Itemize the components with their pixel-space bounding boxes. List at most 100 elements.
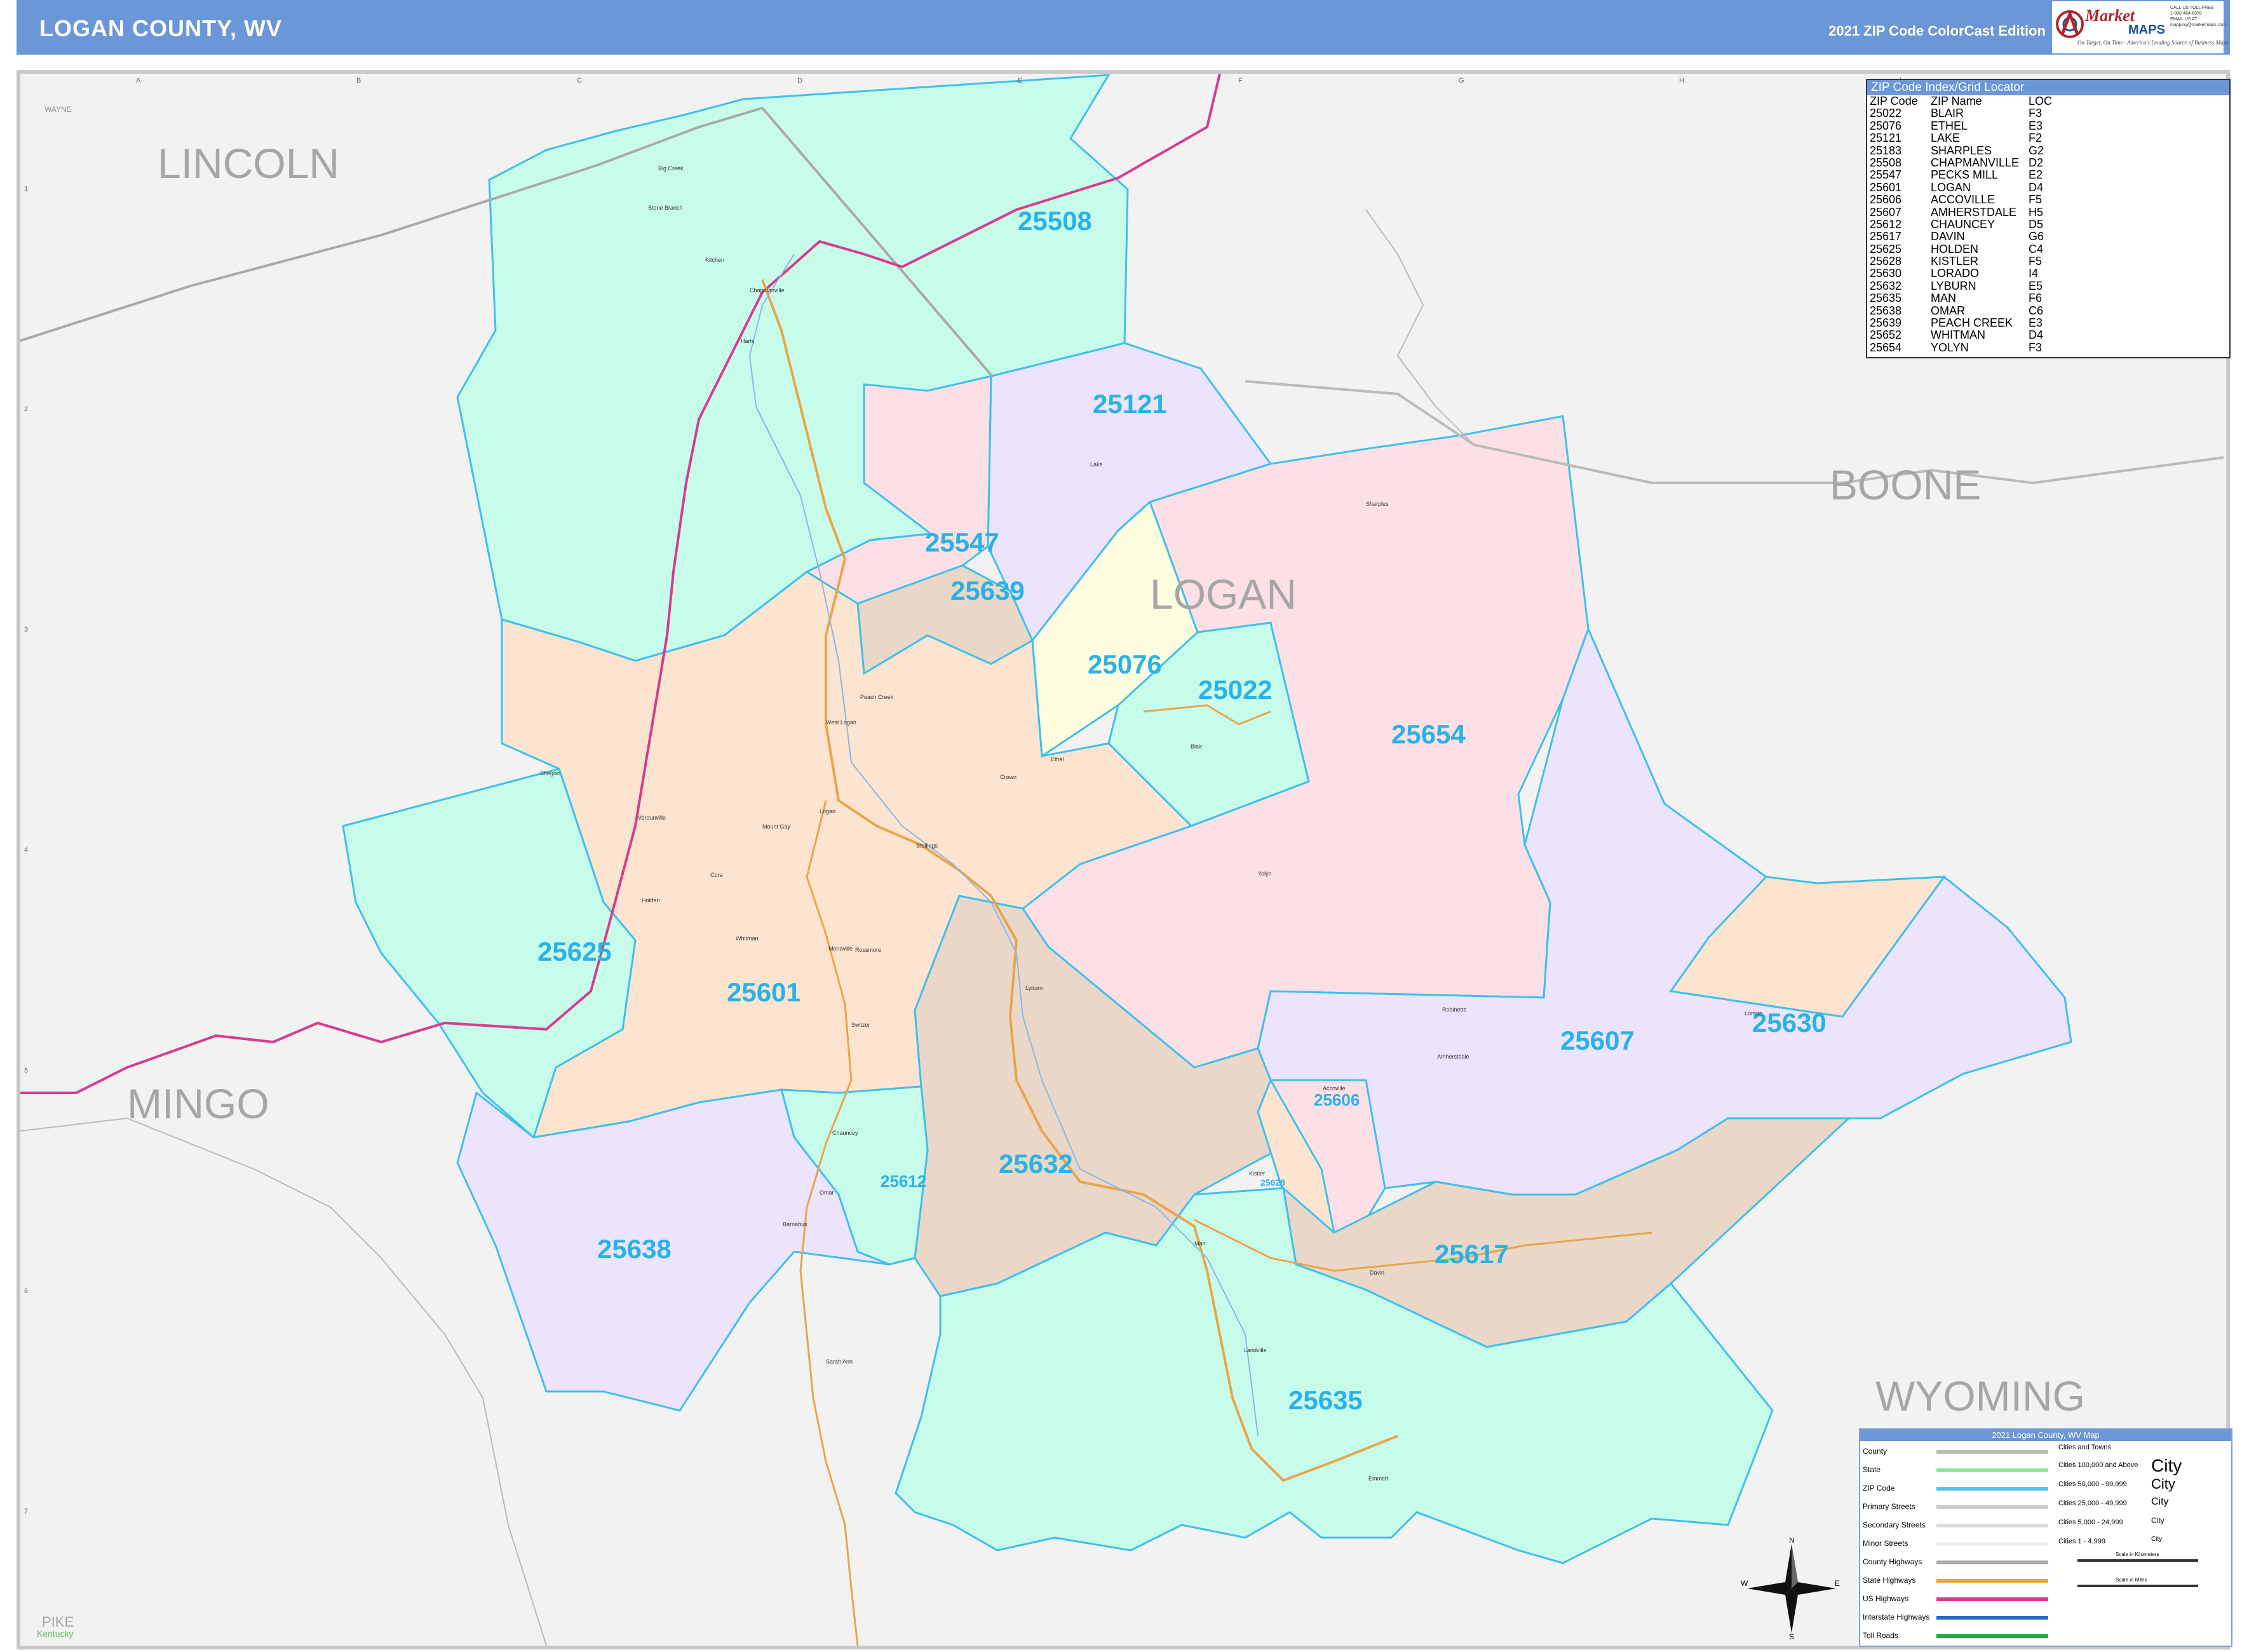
- zip-index-row[interactable]: 25638 OMAR C6: [1867, 304, 2229, 317]
- zip-loc-cell: D4: [2029, 328, 2044, 342]
- grid-column-label: F: [1238, 77, 1243, 85]
- zip-name-cell: LAKE: [1931, 132, 1961, 145]
- compass-e: E: [1835, 1579, 1840, 1588]
- city-label[interactable]: Harts: [741, 338, 755, 344]
- legend-item-label: Toll Roads: [1863, 1631, 1899, 1640]
- city-label[interactable]: Peach Creek: [860, 694, 894, 700]
- city-label[interactable]: Sarah Ann: [826, 1358, 853, 1365]
- city-label[interactable]: Chapmanville: [750, 287, 785, 294]
- edition-label: 2021 ZIP Code ColorCast Edition: [1828, 23, 2046, 39]
- city-label[interactable]: Chauncey: [832, 1130, 858, 1136]
- city-label[interactable]: Lyburn: [1025, 985, 1043, 991]
- city-label[interactable]: Stone Branch: [648, 205, 683, 211]
- zip-index-row[interactable]: 25183 SHARPLES G2: [1867, 144, 2229, 157]
- header-name: ZIP Name: [1931, 95, 1982, 107]
- zip-index-row[interactable]: 25022 BLAIR F3: [1867, 107, 2229, 119]
- city-label[interactable]: Crown: [1000, 774, 1016, 780]
- city-label[interactable]: Davin: [1370, 1269, 1384, 1276]
- city-label[interactable]: Lorado: [1745, 1010, 1762, 1017]
- city-label[interactable]: Cora: [710, 872, 723, 878]
- city-label[interactable]: Shegon: [540, 770, 560, 776]
- city-label[interactable]: Emmett: [1368, 1475, 1389, 1482]
- zip-index-row[interactable]: 25628 KISTLER F5: [1867, 255, 2229, 267]
- zip-index-row[interactable]: 25547 PECKS MILL E2: [1867, 169, 2229, 181]
- zip-label-25617: 25617: [1435, 1239, 1509, 1269]
- zip-label-25612: 25612: [881, 1172, 926, 1191]
- city-label[interactable]: Mount Gay: [762, 823, 791, 830]
- legend-item-label: County: [1863, 1447, 1887, 1456]
- zip-index-row[interactable]: 25632 LYBURN E5: [1867, 280, 2229, 292]
- city-label[interactable]: Landville: [1244, 1347, 1267, 1353]
- zip-name-cell: AMHERSTDALE: [1931, 205, 2017, 219]
- city-label[interactable]: Switzer: [851, 1022, 870, 1028]
- zip-index-row[interactable]: 25508 CHAPMANVILLE D2: [1867, 156, 2229, 169]
- zip-index-row[interactable]: 25639 PEACH CREEK E3: [1867, 316, 2229, 330]
- city-label[interactable]: Blair: [1191, 743, 1202, 750]
- city-label[interactable]: Monaville: [828, 945, 853, 952]
- zip-label-25639: 25639: [950, 576, 1025, 606]
- zip-index-row[interactable]: 25601 LOGAN D4: [1867, 181, 2229, 194]
- legend-city-range: Cities 5,000 - 24,999: [2058, 1519, 2123, 1526]
- zip-index-row[interactable]: 25630 LORADO I4: [1867, 267, 2229, 280]
- city-label[interactable]: Ethel: [1051, 756, 1064, 762]
- zip-label-25654: 25654: [1391, 719, 1466, 749]
- zip-index-row[interactable]: 25612 CHAUNCEY D5: [1867, 217, 2229, 231]
- state-label-kentucky: Kentucky: [37, 1628, 74, 1639]
- city-label[interactable]: Amherstdale: [1437, 1053, 1469, 1060]
- city-label[interactable]: Kistler: [1249, 1170, 1265, 1177]
- zip-loc-cell: E2: [2029, 168, 2043, 182]
- city-label[interactable]: Stollings: [916, 843, 938, 849]
- city-label[interactable]: Yolyn: [1258, 870, 1272, 877]
- zip-index-row[interactable]: 25617 DAVIN G6: [1867, 231, 2229, 243]
- zip-index-row[interactable]: 25654 YOLYN F3: [1867, 341, 2229, 354]
- city-label[interactable]: Logan: [820, 808, 835, 815]
- city-label[interactable]: Rossmore: [855, 947, 881, 953]
- zip-index-row[interactable]: 25607 AMHERSTDALE H5: [1867, 205, 2229, 219]
- zip-index-row[interactable]: 25121 LAKE F2: [1867, 132, 2229, 144]
- city-label[interactable]: Kitchen: [705, 257, 724, 263]
- city-label[interactable]: Accoville: [1323, 1085, 1346, 1092]
- zip-index-row[interactable]: 25625 HOLDEN C4: [1867, 243, 2229, 255]
- zip-index-row[interactable]: 25652 WHITMAN D4: [1867, 329, 2229, 341]
- zip-code-cell: 25630: [1870, 267, 1902, 280]
- map-title: LOGAN COUNTY, WV: [39, 15, 282, 41]
- zip-loc-cell: E3: [2029, 316, 2043, 330]
- zip-loc-cell: F3: [2029, 341, 2043, 354]
- market-maps-logo[interactable]: Market MAPS On Target, On Time · America…: [2052, 1, 2229, 53]
- scale-mi-label: Scale in Miles: [2116, 1577, 2147, 1583]
- zip-loc-cell: D5: [2029, 217, 2044, 231]
- city-label[interactable]: Whitman: [736, 935, 759, 942]
- grid-row-label: 4: [24, 846, 28, 854]
- city-label[interactable]: Barnabus: [783, 1221, 807, 1228]
- zip-label-25076: 25076: [1088, 649, 1162, 679]
- city-label[interactable]: Lake: [1090, 461, 1103, 468]
- zip-loc-cell: H5: [2029, 205, 2044, 219]
- legend-item-label: ZIP Code: [1863, 1484, 1895, 1493]
- county-label-mingo: MINGO: [127, 1080, 269, 1127]
- zip-index-row[interactable]: 25606 ACCOVILLE F5: [1867, 193, 2229, 206]
- legend-line-swatch: [1936, 1634, 2048, 1638]
- legend-city-symbol: City: [2151, 1516, 2164, 1525]
- city-label[interactable]: Sharples: [1366, 501, 1389, 507]
- grid-row-label: 2: [24, 405, 28, 413]
- city-label[interactable]: Man: [1194, 1240, 1206, 1247]
- city-label[interactable]: Omar: [820, 1189, 834, 1196]
- zip-name-cell: CHAPMANVILLE: [1931, 156, 2020, 169]
- zip-index-row[interactable]: 25076 ETHEL E3: [1867, 119, 2229, 132]
- legend-city-symbol: City: [2151, 1496, 2169, 1507]
- legend-item-label: Primary Streets: [1863, 1502, 1915, 1511]
- city-label[interactable]: Big Creek: [658, 165, 684, 172]
- legend-line-swatch: [1936, 1505, 2048, 1509]
- grid-row-label: 5: [24, 1067, 28, 1074]
- logo-tagline: On Target, On Time · America's Leading S…: [2077, 39, 2229, 46]
- zip-label-25121: 25121: [1093, 389, 1167, 419]
- zip-loc-cell: F5: [2029, 255, 2043, 268]
- zip-label-25607: 25607: [1560, 1026, 1635, 1055]
- zip-index-row[interactable]: 25635 MAN F6: [1867, 292, 2229, 304]
- city-label[interactable]: Robinette: [1442, 1006, 1467, 1013]
- city-label[interactable]: Holden: [642, 897, 660, 904]
- legend-city-symbol: City: [2151, 1455, 2182, 1475]
- city-label[interactable]: Verdunville: [638, 815, 666, 821]
- zip-code-cell: 25639: [1870, 316, 1902, 330]
- city-label[interactable]: West Logan: [826, 719, 856, 726]
